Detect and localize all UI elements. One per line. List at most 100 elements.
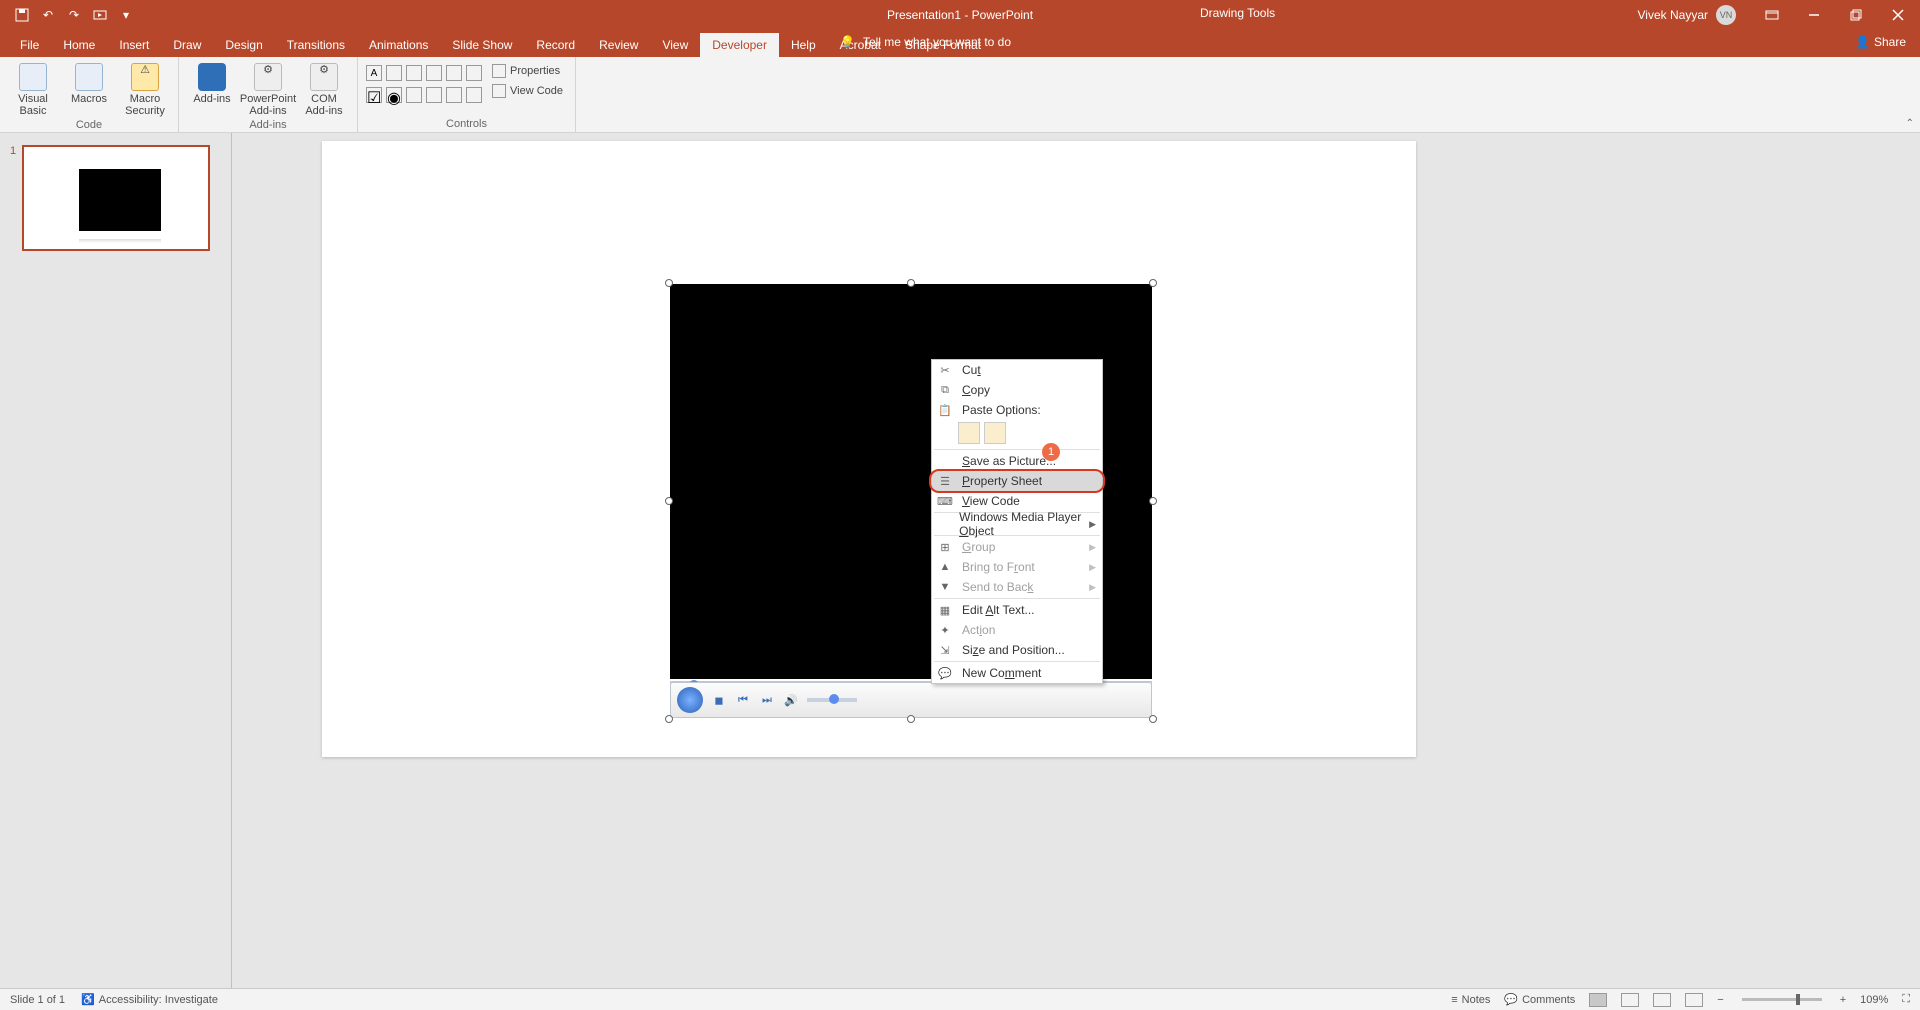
handle-tl[interactable]: [665, 279, 673, 287]
properties-button[interactable]: Properties: [488, 63, 567, 79]
tab-animations[interactable]: Animations: [357, 33, 440, 57]
zoom-level[interactable]: 109%: [1860, 994, 1888, 1006]
zoom-slider[interactable]: [1742, 998, 1822, 1001]
control-checkbox-icon[interactable]: ☑: [366, 87, 382, 103]
slide-indicator[interactable]: Slide 1 of 1: [10, 994, 65, 1006]
fit-to-window-icon[interactable]: ⛶: [1902, 993, 1910, 1006]
mute-icon[interactable]: 🔊: [783, 692, 799, 708]
app-name: PowerPoint: [972, 8, 1033, 22]
handle-tr[interactable]: [1149, 279, 1157, 287]
stop-icon[interactable]: ◼: [711, 692, 727, 708]
handle-br[interactable]: [1149, 715, 1157, 723]
tab-view[interactable]: View: [650, 33, 700, 57]
tell-me[interactable]: 💡 Tell me what you want to do: [840, 35, 1011, 49]
tab-draw[interactable]: Draw: [161, 33, 213, 57]
group-code: Visual Basic Macros ⚠Macro Security Code: [0, 57, 179, 132]
zoom-out-button[interactable]: −: [1717, 994, 1723, 1006]
tab-help[interactable]: Help: [779, 33, 828, 57]
handle-tm[interactable]: [907, 279, 915, 287]
macros-button[interactable]: Macros: [64, 61, 114, 105]
group-icon: ⊞: [936, 539, 954, 555]
macro-security-button[interactable]: ⚠Macro Security: [120, 61, 170, 117]
thumbnail-pane[interactable]: 1: [0, 133, 232, 988]
next-icon[interactable]: ⏭: [759, 692, 775, 708]
save-icon[interactable]: [14, 7, 30, 23]
tab-transitions[interactable]: Transitions: [275, 33, 357, 57]
control-toggle-icon[interactable]: [446, 87, 462, 103]
group-controls: A ☑ ◉ Properties View Co: [358, 57, 576, 132]
tab-record[interactable]: Record: [524, 33, 587, 57]
tab-home[interactable]: Home: [51, 33, 107, 57]
ctx-save-as-picture[interactable]: Save as Picture...: [932, 451, 1102, 471]
com-addins-button[interactable]: ⚙COM Add-ins: [299, 61, 349, 117]
control-label-icon[interactable]: A: [366, 65, 382, 81]
ctx-size-position[interactable]: ⇲Size and Position...: [932, 640, 1102, 660]
restore-icon[interactable]: [1842, 6, 1870, 24]
close-icon[interactable]: [1884, 6, 1912, 24]
zoom-in-button[interactable]: +: [1840, 994, 1846, 1006]
title-bar: ↶ ↷ ▾ Presentation1 - PowerPoint Drawing…: [0, 0, 1920, 30]
slide-thumbnail-1[interactable]: 1: [10, 145, 221, 251]
tab-design[interactable]: Design: [213, 33, 274, 57]
user-area[interactable]: Vivek Nayyar VN: [1638, 5, 1736, 25]
share-button[interactable]: 👤 Share: [1855, 35, 1906, 49]
ctx-view-code[interactable]: ⌨View Code: [932, 491, 1102, 511]
play-button[interactable]: [677, 687, 703, 713]
control-scrollbar-icon[interactable]: [466, 65, 482, 81]
control-commandbutton-icon[interactable]: [426, 65, 442, 81]
qat-customize-icon[interactable]: ▾: [118, 7, 134, 23]
comments-button[interactable]: 💬Comments: [1504, 993, 1575, 1006]
control-listbox-icon[interactable]: [426, 87, 442, 103]
tab-slideshow[interactable]: Slide Show: [440, 33, 524, 57]
handle-ml[interactable]: [665, 497, 673, 505]
slide-sorter-icon[interactable]: [1621, 993, 1639, 1007]
tab-file[interactable]: File: [8, 33, 51, 57]
ribbon-display-icon[interactable]: [1758, 6, 1786, 24]
accessibility-label: Accessibility: Investigate: [99, 994, 218, 1006]
thumbnail[interactable]: [22, 145, 210, 251]
tab-developer[interactable]: Developer: [700, 33, 779, 57]
handle-mr[interactable]: [1149, 497, 1157, 505]
ctx-cut[interactable]: ✂Cut: [932, 360, 1102, 380]
reading-view-icon[interactable]: [1653, 993, 1671, 1007]
macros-label: Macros: [71, 93, 107, 105]
slideshow-view-icon[interactable]: [1685, 993, 1703, 1007]
blank-icon: [936, 516, 951, 532]
start-from-beginning-icon[interactable]: [92, 7, 108, 23]
normal-view-icon[interactable]: [1589, 993, 1607, 1007]
undo-icon[interactable]: ↶: [40, 7, 56, 23]
ctx-new-comment[interactable]: 💬New Comment: [932, 663, 1102, 683]
collapse-ribbon-icon[interactable]: ⌃: [1906, 118, 1914, 129]
redo-icon[interactable]: ↷: [66, 7, 82, 23]
control-image-icon[interactable]: [446, 65, 462, 81]
ctx-property-sheet[interactable]: ☰Property Sheet: [932, 471, 1102, 491]
control-option-icon[interactable]: ◉: [386, 87, 402, 103]
ctx-action: ✦Action: [932, 620, 1102, 640]
visual-basic-button[interactable]: Visual Basic: [8, 61, 58, 117]
control-combobox-icon[interactable]: [406, 87, 422, 103]
handle-bm[interactable]: [907, 715, 915, 723]
accessibility-status[interactable]: ♿ Accessibility: Investigate: [81, 993, 218, 1006]
volume-slider[interactable]: [807, 698, 857, 702]
control-more-icon[interactable]: [466, 87, 482, 103]
paste-option-icons: [932, 420, 1102, 448]
ppt-addins-button[interactable]: ⚙PowerPoint Add-ins: [243, 61, 293, 117]
handle-bl[interactable]: [665, 715, 673, 723]
tab-review[interactable]: Review: [587, 33, 650, 57]
ctx-wmp-object[interactable]: Windows Media Player Object▶: [932, 514, 1102, 534]
control-textbox-icon[interactable]: [386, 65, 402, 81]
ctx-edit-alt-text[interactable]: ▦Edit Alt Text...: [932, 600, 1102, 620]
ctx-copy[interactable]: ⧉Copy: [932, 380, 1102, 400]
window-title: Presentation1 - PowerPoint: [887, 8, 1033, 22]
slide-edit-area[interactable]: ◼ ⏮ ⏭ 🔊 ✂Cut ⧉Copy 📋Paste Options:: [232, 133, 1920, 988]
paste-picture-icon[interactable]: [984, 422, 1006, 444]
view-code-button[interactable]: View Code: [488, 83, 567, 99]
tab-insert[interactable]: Insert: [107, 33, 161, 57]
share-icon: 👤: [1855, 35, 1870, 49]
prev-icon[interactable]: ⏮: [735, 692, 751, 708]
control-spinbutton-icon[interactable]: [406, 65, 422, 81]
minimize-icon[interactable]: [1800, 6, 1828, 24]
addins-button[interactable]: Add-ins: [187, 61, 237, 105]
notes-button[interactable]: ≡Notes: [1451, 994, 1490, 1006]
paste-keep-formatting-icon[interactable]: [958, 422, 980, 444]
